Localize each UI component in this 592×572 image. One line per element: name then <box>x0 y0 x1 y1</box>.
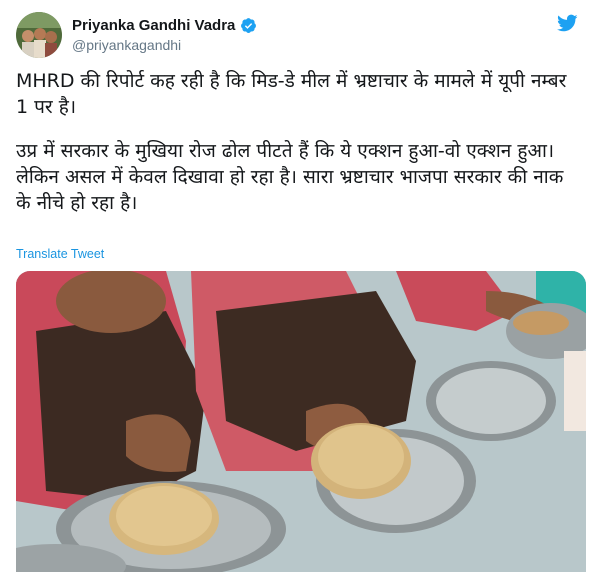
author-block: Priyanka Gandhi Vadra @priyankagandhi <box>72 17 257 53</box>
tweet-media-photo[interactable] <box>16 271 586 572</box>
tweet-paragraph-1: MHRD की रिपोर्ट कह रही है कि मिड-डे मील … <box>16 70 567 118</box>
tweet-header: Priyanka Gandhi Vadra @priyankagandhi <box>16 12 257 58</box>
tweet-card: Priyanka Gandhi Vadra @priyankagandhi MH… <box>0 0 592 572</box>
author-display-name[interactable]: Priyanka Gandhi Vadra <box>72 17 235 34</box>
avatar-image <box>16 12 62 58</box>
avatar[interactable] <box>16 12 62 58</box>
translate-tweet-link[interactable]: Translate Tweet <box>16 247 104 261</box>
tweet-text: MHRD की रिपोर्ट कह रही है कि मिड-डे मील … <box>16 68 576 216</box>
verified-badge-icon <box>240 17 257 34</box>
twitter-bird-icon[interactable] <box>556 14 578 32</box>
author-name-row: Priyanka Gandhi Vadra <box>72 17 257 34</box>
author-handle[interactable]: @priyankagandhi <box>72 37 257 53</box>
tweet-paragraph-2: उप्र में सरकार के मुखिया रोज ढोल पीटते ह… <box>16 140 564 214</box>
media-photo-illustration <box>16 271 586 572</box>
